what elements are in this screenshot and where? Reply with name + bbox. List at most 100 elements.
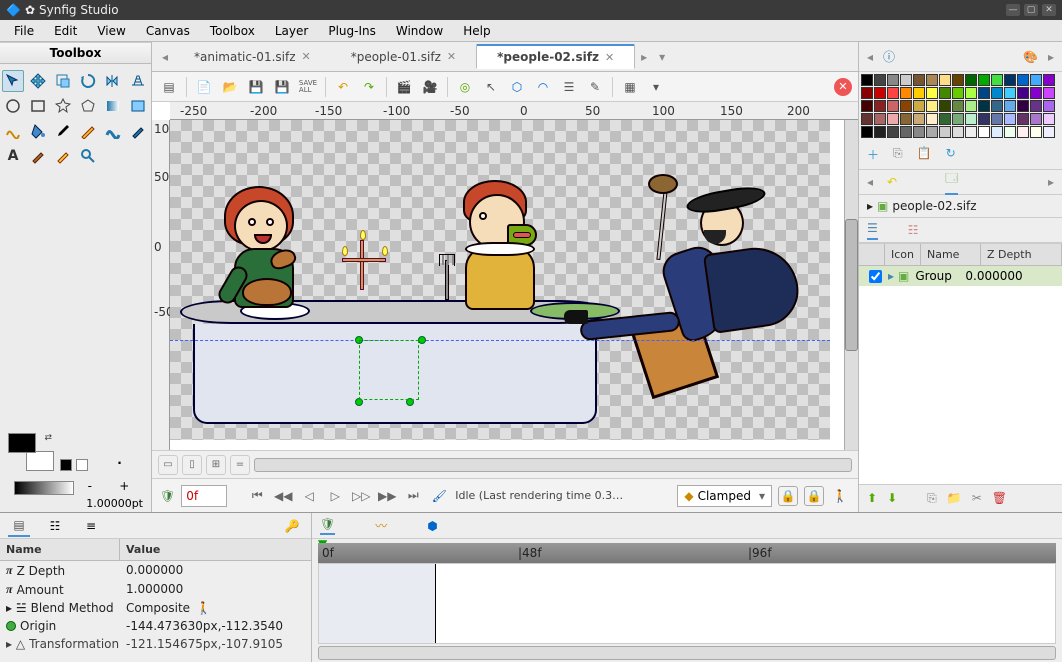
palette-swatch[interactable] bbox=[939, 126, 951, 138]
palette-swatch[interactable] bbox=[861, 113, 873, 125]
tb-onion-icon[interactable]: ◎ bbox=[454, 76, 476, 98]
tool-rotate[interactable] bbox=[77, 70, 99, 92]
timetrack-tab-icon[interactable]: 🛡 bbox=[320, 517, 335, 535]
palette-swatch[interactable] bbox=[1004, 74, 1016, 86]
palette-swatch[interactable] bbox=[861, 100, 873, 112]
palette-swatch[interactable] bbox=[887, 74, 899, 86]
params-header-value[interactable]: Value bbox=[120, 539, 311, 560]
palette-icon[interactable]: 🎨 bbox=[1023, 50, 1038, 64]
palette-swatch[interactable] bbox=[913, 126, 925, 138]
view-toggle-4[interactable]: = bbox=[230, 455, 250, 475]
window-close-button[interactable]: ✕ bbox=[1042, 4, 1056, 16]
shield-icon[interactable]: 🛡 bbox=[160, 489, 175, 503]
palette-swatch[interactable] bbox=[991, 126, 1003, 138]
palette-swatch[interactable] bbox=[887, 100, 899, 112]
palette-swatch[interactable] bbox=[874, 100, 886, 112]
layer-expand-icon[interactable]: ▸ bbox=[888, 269, 894, 283]
palette-paste-icon[interactable]: 📋 bbox=[917, 146, 932, 163]
palette-swatch[interactable] bbox=[991, 113, 1003, 125]
tool-brush[interactable] bbox=[52, 145, 74, 167]
tool-star[interactable] bbox=[52, 95, 74, 117]
tb-new-icon[interactable]: 📄 bbox=[193, 76, 215, 98]
palette-swatch[interactable] bbox=[1004, 100, 1016, 112]
palette-swatch[interactable] bbox=[991, 100, 1003, 112]
palette-swatch[interactable] bbox=[978, 113, 990, 125]
gradient-preview[interactable] bbox=[14, 481, 74, 495]
tool-smooth-move[interactable] bbox=[27, 70, 49, 92]
palette-swatch[interactable] bbox=[926, 113, 938, 125]
ruler-vertical[interactable]: 10 50 0 -50 bbox=[152, 120, 170, 450]
palette-swatch[interactable] bbox=[1030, 100, 1042, 112]
palette-swatch[interactable] bbox=[978, 74, 990, 86]
seek-start-icon[interactable]: ⏮ bbox=[247, 486, 267, 506]
palette-swatch[interactable] bbox=[939, 87, 951, 99]
tool-fill[interactable] bbox=[27, 120, 49, 142]
tool-rectangle[interactable] bbox=[27, 95, 49, 117]
close-tab-icon[interactable]: ✕ bbox=[302, 50, 311, 63]
window-maximize-button[interactable]: ▢ bbox=[1024, 4, 1038, 16]
menu-edit[interactable]: Edit bbox=[44, 24, 87, 38]
palette-swatch[interactable] bbox=[900, 126, 912, 138]
tool-mirror[interactable] bbox=[102, 70, 124, 92]
palette-swatch[interactable] bbox=[900, 87, 912, 99]
tree-expand-icon[interactable]: ▸ bbox=[867, 199, 873, 213]
palette-swatch[interactable] bbox=[900, 113, 912, 125]
tool-spline[interactable] bbox=[2, 120, 24, 142]
palette-swatch[interactable] bbox=[913, 74, 925, 86]
tb-preview-icon[interactable]: 🎥 bbox=[419, 76, 441, 98]
vertical-scrollbar[interactable] bbox=[844, 120, 858, 450]
params-tab-icon[interactable]: ▤ bbox=[8, 515, 30, 537]
tb-render-icon[interactable]: 🎬 bbox=[393, 76, 415, 98]
palette-swatch[interactable] bbox=[991, 74, 1003, 86]
palette-swatch[interactable] bbox=[887, 126, 899, 138]
brush-size-value[interactable]: 1.00000pt bbox=[0, 495, 151, 512]
layer-row[interactable]: ▸ ▣ Group 0.000000 bbox=[859, 266, 1062, 286]
info-icon[interactable]: ⓘ bbox=[883, 48, 895, 65]
tool-circle[interactable] bbox=[2, 95, 24, 117]
tool-cutout[interactable] bbox=[27, 145, 49, 167]
palette-swatch[interactable] bbox=[874, 126, 886, 138]
seek-prev-key-icon[interactable]: ◀◀ bbox=[273, 486, 293, 506]
curves-tab-icon[interactable]: 〰 bbox=[375, 517, 387, 534]
timeline-body[interactable] bbox=[318, 563, 1056, 644]
palette-swatch[interactable] bbox=[952, 113, 964, 125]
window-minimize-button[interactable]: — bbox=[1006, 4, 1020, 16]
tool-text[interactable]: A bbox=[2, 145, 24, 167]
palette-swatch[interactable] bbox=[1043, 87, 1055, 99]
palette-swatch[interactable] bbox=[926, 87, 938, 99]
document-tab-2[interactable]: *people-02.sifz✕ bbox=[476, 44, 635, 69]
timeline-work-area[interactable] bbox=[319, 564, 435, 643]
view-toggle-1[interactable]: ▭ bbox=[158, 455, 178, 475]
layer-raise-icon[interactable]: ⬆ bbox=[867, 491, 877, 506]
close-tab-icon[interactable]: ✕ bbox=[605, 51, 614, 64]
tool-plant[interactable] bbox=[127, 95, 149, 117]
palette-swatch[interactable] bbox=[1017, 113, 1029, 125]
palette-swatch[interactable] bbox=[913, 87, 925, 99]
timeline-cursor[interactable] bbox=[435, 564, 436, 643]
palette-swatch[interactable] bbox=[913, 100, 925, 112]
horizontal-scrollbar[interactable] bbox=[254, 458, 852, 472]
param-row[interactable]: πAmount 1.000000 bbox=[0, 580, 311, 599]
play-icon[interactable]: ▷ bbox=[325, 486, 345, 506]
ruler-horizontal[interactable]: -250 -200 -150 -100 -50 0 50 100 150 200 bbox=[170, 102, 858, 120]
palette-swatch[interactable] bbox=[874, 113, 886, 125]
library-tab-icon[interactable]: ≡ bbox=[80, 515, 102, 537]
fg-bg-color[interactable]: ⇄ bbox=[6, 431, 54, 471]
layer-delete-icon[interactable]: 🗑 bbox=[992, 491, 1007, 506]
children-tab-icon[interactable]: ☷ bbox=[44, 515, 66, 537]
history-back-icon[interactable]: ◂ bbox=[867, 175, 873, 189]
palette-refresh-icon[interactable]: ↻ bbox=[946, 146, 956, 163]
nav-back-icon[interactable]: ◂ bbox=[867, 50, 873, 64]
palette-swatch[interactable] bbox=[1017, 126, 1029, 138]
palette-swatch[interactable] bbox=[1030, 74, 1042, 86]
layers-panel-icon[interactable]: ☰ bbox=[867, 221, 878, 240]
canvas-viewport[interactable] bbox=[170, 120, 858, 450]
tb-open-icon[interactable]: 📂 bbox=[219, 76, 241, 98]
default-black-swatch[interactable] bbox=[60, 459, 72, 471]
layers-col-zdepth[interactable]: Z Depth bbox=[981, 244, 1062, 265]
palette-swatch[interactable] bbox=[965, 113, 977, 125]
tb-snap-icon[interactable]: ◠ bbox=[532, 76, 554, 98]
palette-swatch[interactable] bbox=[926, 126, 938, 138]
palette-swatch[interactable] bbox=[861, 126, 873, 138]
tool-width[interactable] bbox=[102, 120, 124, 142]
